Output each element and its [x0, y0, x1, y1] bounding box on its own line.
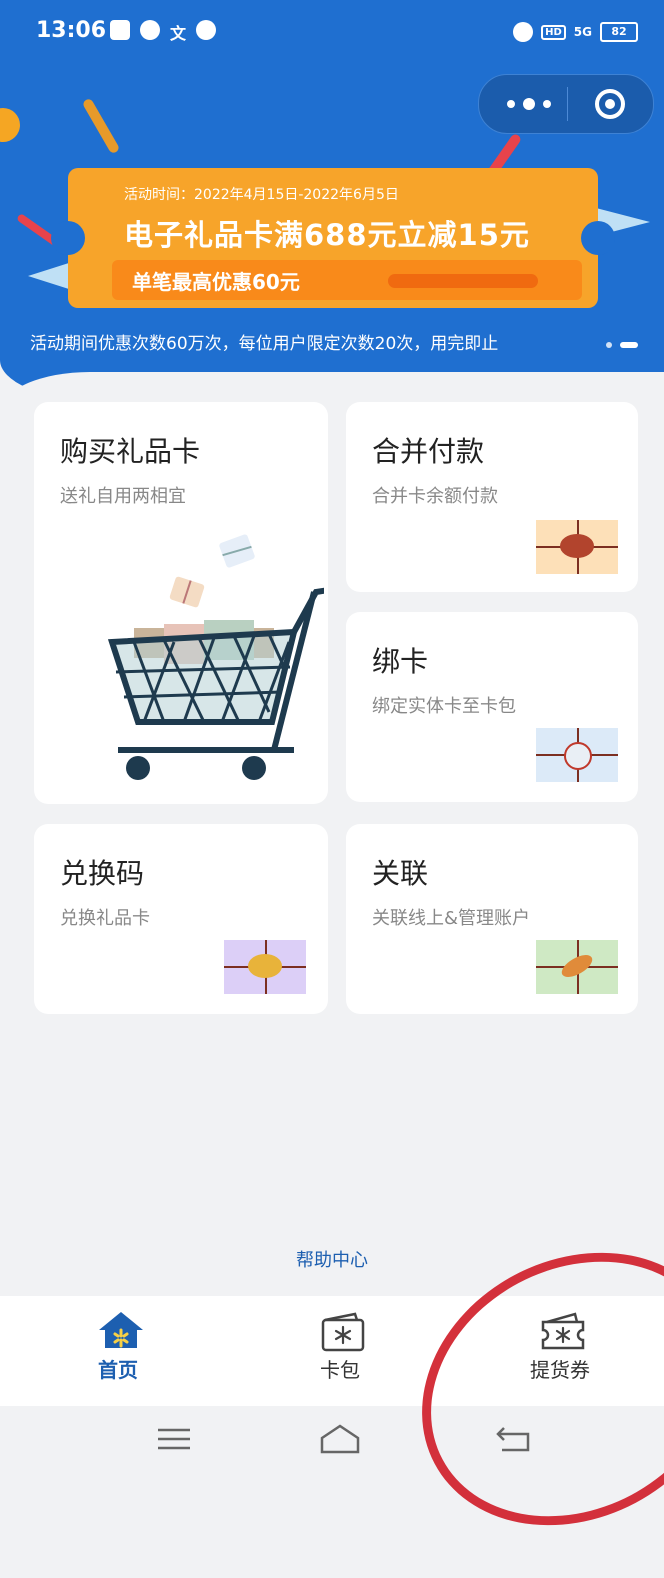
- promo-bar: [388, 274, 538, 288]
- confetti-triangle: [28, 262, 72, 290]
- bind-card-tile[interactable]: 绑卡 绑定实体卡至卡包: [346, 612, 638, 802]
- confetti-ribbon: [81, 97, 121, 155]
- promo-header: 13:06 文 HD 5G 82 活动时间：2022年4月15日-2022年6月…: [0, 0, 664, 400]
- more-icon[interactable]: [499, 95, 569, 113]
- home-icon: [97, 1310, 143, 1348]
- gift-card-icon: [536, 728, 618, 782]
- gift-card-icon: [224, 940, 306, 994]
- gift-card-icon: [536, 940, 618, 994]
- card-title: 合并付款: [372, 435, 485, 468]
- card-subtitle: 送礼自用两相宜: [60, 486, 186, 507]
- card-title: 关联: [372, 857, 429, 890]
- banner-pager: [606, 342, 638, 348]
- promo-note: 活动期间优惠次数60万次，每位用户限定次数20次，用完即止: [30, 334, 499, 354]
- redeem-code-tile[interactable]: 兑换码 兑换礼品卡: [34, 824, 328, 1014]
- combine-payment-tile[interactable]: 合并付款 合并卡余额付款: [346, 402, 638, 592]
- translate-icon: 文: [170, 24, 187, 43]
- alarm-icon: [513, 22, 534, 42]
- tab-label: 首页: [98, 1358, 138, 1382]
- mini-program-capsule: [478, 74, 654, 134]
- check-circle-icon: [196, 20, 217, 40]
- card-title: 兑换码: [60, 857, 145, 890]
- hd-badge: HD: [541, 24, 566, 40]
- promo-headline: 电子礼品卡满688元立减15元: [124, 218, 530, 252]
- card-title: 购买礼品卡: [60, 435, 201, 468]
- card-subtitle: 绑定实体卡至卡包: [372, 696, 516, 717]
- promo-subline: 单笔最高优惠60元: [132, 270, 300, 294]
- card-title: 绑卡: [372, 645, 429, 678]
- promo-banner[interactable]: 活动时间：2022年4月15日-2022年6月5日 电子礼品卡满688元立减15…: [51, 168, 615, 308]
- tab-home[interactable]: 首页: [58, 1310, 178, 1396]
- pager-dot-active: [620, 342, 638, 348]
- close-mini-program-icon[interactable]: [595, 89, 625, 119]
- home-nav-icon[interactable]: [318, 1424, 362, 1454]
- signal-icon: 5G: [573, 25, 592, 39]
- cloud-icon: [140, 20, 160, 40]
- activity-time: 活动时间：2022年4月15日-2022年6月5日: [124, 187, 399, 203]
- map-pin-icon: [110, 20, 130, 40]
- pager-dot: [606, 342, 612, 348]
- card-subtitle: 兑换礼品卡: [60, 908, 150, 929]
- gift-card-icon: [536, 520, 618, 574]
- card-wallet-icon: [319, 1310, 365, 1352]
- status-bar: 13:06 文 HD 5G 82: [0, 0, 664, 62]
- confetti-dot: [0, 108, 20, 142]
- link-account-tile[interactable]: 关联 关联线上&管理账户: [346, 824, 638, 1014]
- menu-icon[interactable]: [152, 1424, 196, 1454]
- shopping-cart-icon: [107, 534, 324, 780]
- status-time: 13:06: [36, 18, 107, 43]
- card-subtitle: 合并卡余额付款: [372, 486, 498, 507]
- tab-card-wallet[interactable]: 卡包: [280, 1310, 400, 1396]
- buy-gift-card-tile[interactable]: 购买礼品卡 送礼自用两相宜: [34, 402, 328, 804]
- card-subtitle: 关联线上&管理账户: [372, 908, 531, 929]
- battery-icon: 82: [600, 22, 638, 42]
- tab-label: 卡包: [320, 1358, 360, 1382]
